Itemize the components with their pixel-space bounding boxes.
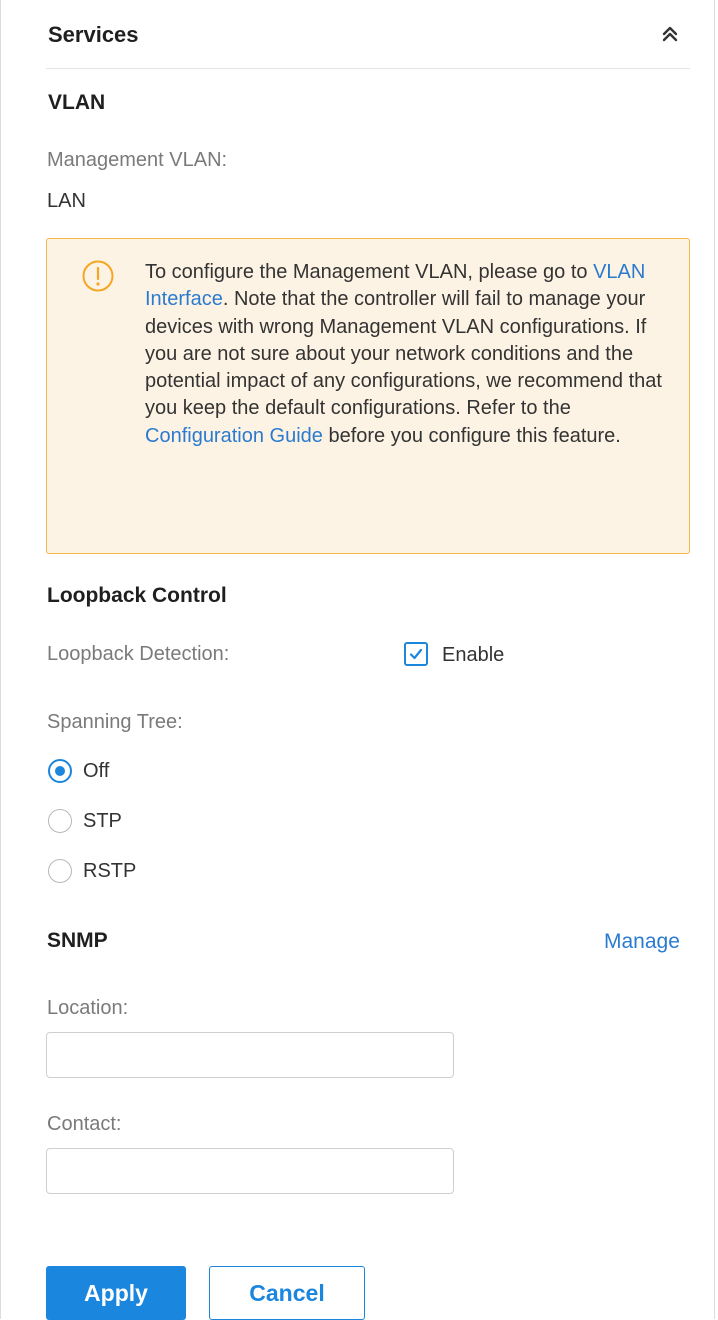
manage-link[interactable]: Manage: [604, 930, 680, 954]
notice-text: To configure the Management VLAN, please…: [145, 259, 680, 450]
services-panel: Services VLAN Management VLAN: LAN To co…: [0, 0, 715, 1320]
loopback-detection-label: Loopback Detection:: [47, 643, 230, 665]
warning-notice: To configure the Management VLAN, please…: [46, 238, 690, 554]
spanning-tree-off-radio[interactable]: [48, 759, 72, 783]
spanning-tree-off-label[interactable]: Off: [83, 760, 109, 783]
configuration-guide-link[interactable]: Configuration Guide: [145, 425, 323, 447]
location-input[interactable]: [46, 1032, 454, 1078]
loopback-enable-label[interactable]: Enable: [442, 644, 504, 667]
spanning-tree-label: Spanning Tree:: [47, 711, 183, 733]
spanning-tree-stp-radio[interactable]: [48, 809, 72, 833]
management-vlan-label: Management VLAN:: [47, 149, 228, 171]
double-chevron-up-icon[interactable]: [656, 20, 684, 48]
spanning-tree-rstp-radio[interactable]: [48, 859, 72, 883]
management-vlan-value: LAN: [47, 190, 86, 212]
cancel-button[interactable]: Cancel: [209, 1266, 365, 1320]
location-label: Location:: [47, 997, 129, 1019]
contact-label: Contact:: [47, 1113, 122, 1135]
section-title: Services: [48, 22, 139, 47]
loopback-enable-checkbox[interactable]: [404, 642, 428, 666]
loopback-control-heading: Loopback Control: [47, 584, 227, 607]
notice-text-part: before you configure this feature.: [322, 424, 621, 447]
divider: [46, 68, 690, 69]
notice-text-part: . Note that the controller will fail to …: [145, 288, 662, 420]
contact-input[interactable]: [46, 1148, 454, 1194]
spanning-tree-rstp-label[interactable]: RSTP: [83, 860, 136, 883]
warning-circle-icon: [81, 259, 115, 293]
snmp-heading: SNMP: [47, 929, 108, 952]
apply-button[interactable]: Apply: [46, 1266, 186, 1320]
notice-text-part: To configure the Management VLAN, please…: [145, 261, 594, 283]
spanning-tree-stp-label[interactable]: STP: [83, 810, 122, 833]
vlan-heading: VLAN: [48, 91, 106, 114]
